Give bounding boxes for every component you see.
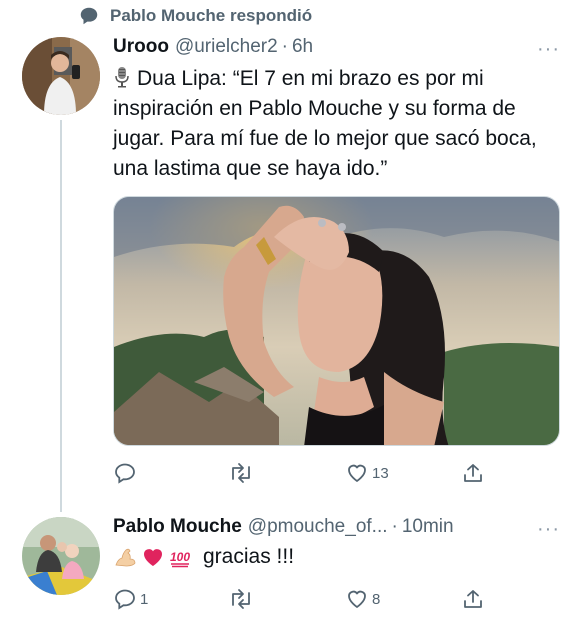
heart-icon xyxy=(348,590,366,608)
retweet-icon xyxy=(232,589,250,609)
share-icon xyxy=(464,590,482,608)
more-options-icon[interactable]: ··· xyxy=(537,39,560,59)
reply-context[interactable]: Pablo Mouche respondió xyxy=(78,4,312,28)
tweet-header: Pablo Mouche @pmouche_of... · 10min xyxy=(113,516,454,538)
retweet-button[interactable] xyxy=(228,584,257,614)
like-count: 8 xyxy=(372,590,381,608)
tweet-body: gracias !!! xyxy=(203,545,295,568)
thread-line xyxy=(60,120,62,512)
author-handle[interactable]: @urielcher2 xyxy=(175,36,278,58)
author-name[interactable]: Urooo xyxy=(113,36,169,58)
tweet-text: Dua Lipa: “El 7 en mi brazo es por mi in… xyxy=(113,64,563,184)
tweet-actions: 13 xyxy=(113,458,483,488)
timestamp[interactable]: 6h xyxy=(292,36,313,58)
separator: · xyxy=(281,36,288,57)
more-options-icon[interactable]: ··· xyxy=(537,519,560,539)
reply-count: 1 xyxy=(140,590,149,608)
speech-bubble-icon xyxy=(78,5,100,27)
red-heart-icon xyxy=(141,545,165,569)
flexed-biceps-icon xyxy=(113,545,137,569)
share-button[interactable] xyxy=(461,458,488,488)
microphone-icon xyxy=(113,64,131,94)
reply-button[interactable] xyxy=(113,458,140,488)
retweet-icon xyxy=(232,463,250,483)
separator: · xyxy=(391,516,398,537)
hundred-points-icon: 100 xyxy=(169,545,193,569)
svg-text:100: 100 xyxy=(170,550,190,564)
reply-icon xyxy=(115,463,135,484)
reply-context-label: Pablo Mouche respondió xyxy=(110,6,313,25)
tweet-text: 100 gracias !!! xyxy=(113,545,294,569)
like-count: 13 xyxy=(372,464,389,482)
share-button[interactable] xyxy=(461,584,488,614)
retweet-button[interactable] xyxy=(228,458,257,488)
tweet-header: Urooo @urielcher2 · 6h xyxy=(113,36,313,58)
heart-icon xyxy=(348,464,366,482)
tweet-actions: 1 8 xyxy=(113,584,483,614)
like-button[interactable]: 8 xyxy=(345,584,380,614)
reply-icon xyxy=(115,589,135,610)
tweet-media-image[interactable] xyxy=(113,196,560,446)
author-name[interactable]: Pablo Mouche xyxy=(113,516,242,538)
like-button[interactable]: 13 xyxy=(345,458,389,488)
avatar[interactable] xyxy=(22,517,100,595)
author-handle[interactable]: @pmouche_of... xyxy=(248,516,388,538)
avatar[interactable] xyxy=(22,37,100,115)
share-icon xyxy=(464,464,482,482)
timestamp[interactable]: 10min xyxy=(402,516,454,538)
tweet-body: Dua Lipa: “El 7 en mi brazo es por mi in… xyxy=(113,67,537,180)
reply-button[interactable]: 1 xyxy=(113,584,148,614)
